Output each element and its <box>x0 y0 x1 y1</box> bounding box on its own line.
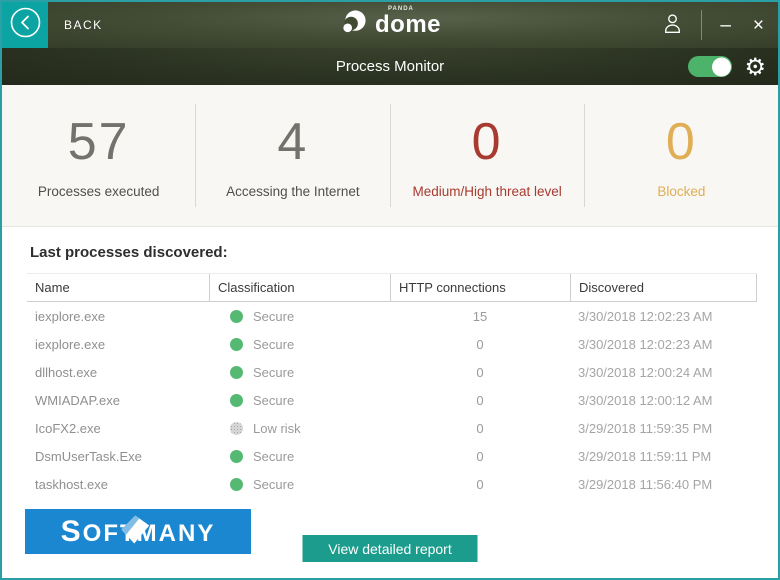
panda-logo-icon <box>339 8 368 42</box>
column-header-name[interactable]: Name <box>27 274 209 301</box>
stat-processes-executed: 57 Processes executed <box>2 104 195 207</box>
user-icon <box>660 24 685 39</box>
process-name: iexplore.exe <box>27 309 209 324</box>
classification-label: Secure <box>253 393 294 408</box>
table-row[interactable]: dllhost.exe Secure 0 3/30/2018 12:00:24 … <box>27 358 757 386</box>
table-header: Name Classification HTTP connections Dis… <box>27 273 757 302</box>
classification-label: Secure <box>253 477 294 492</box>
classification-label: Secure <box>253 309 294 324</box>
status-dot <box>230 422 243 435</box>
discovered-date: 3/29/2018 11:59:11 PM <box>570 449 757 464</box>
column-header-discovered[interactable]: Discovered <box>570 274 757 301</box>
stat-label: Accessing the Internet <box>200 184 385 199</box>
back-button[interactable] <box>2 2 48 48</box>
stat-label: Medium/High threat level <box>395 184 580 199</box>
status-dot <box>230 394 243 407</box>
stat-value: 0 <box>589 112 774 172</box>
classification-label: Secure <box>253 449 294 464</box>
process-monitor-toggle[interactable] <box>688 56 732 77</box>
process-table: Name Classification HTTP connections Dis… <box>27 273 757 498</box>
column-header-classification[interactable]: Classification <box>209 274 390 301</box>
main-content: 57 Processes executed 4 Accessing the In… <box>2 85 778 578</box>
discovered-date: 3/29/2018 11:56:40 PM <box>570 477 757 492</box>
stats-row: 57 Processes executed 4 Accessing the In… <box>2 85 778 227</box>
back-label[interactable]: BACK <box>64 18 103 32</box>
stat-value: 57 <box>6 112 191 172</box>
process-name: taskhost.exe <box>27 477 209 492</box>
http-connections: 0 <box>390 449 570 464</box>
process-name: WMIADAP.exe <box>27 393 209 408</box>
minimize-button[interactable]: – <box>716 14 735 37</box>
process-name: dllhost.exe <box>27 365 209 380</box>
table-row[interactable]: IcoFX2.exe Low risk 0 3/29/2018 11:59:35… <box>27 414 757 442</box>
discovered-date: 3/30/2018 12:02:23 AM <box>570 337 757 352</box>
status-dot <box>230 478 243 491</box>
brand-logo: PANDA dome <box>339 8 441 42</box>
http-connections: 0 <box>390 477 570 492</box>
discovered-date: 3/29/2018 11:59:35 PM <box>570 421 757 436</box>
http-connections: 0 <box>390 421 570 436</box>
discovered-date: 3/30/2018 12:00:24 AM <box>570 365 757 380</box>
brand-name: dome <box>375 11 441 38</box>
table-row[interactable]: iexplore.exe Secure 15 3/30/2018 12:02:2… <box>27 302 757 330</box>
status-dot <box>230 338 243 351</box>
titlebar-separator <box>701 10 702 40</box>
discovered-date: 3/30/2018 12:02:23 AM <box>570 309 757 324</box>
table-row[interactable]: DsmUserTask.Exe Secure 0 3/29/2018 11:59… <box>27 442 757 470</box>
status-dot <box>230 450 243 463</box>
status-dot <box>230 366 243 379</box>
page-title: Process Monitor <box>336 58 444 75</box>
process-name: iexplore.exe <box>27 337 209 352</box>
stat-threat-level: 0 Medium/High threat level <box>390 104 584 207</box>
softmany-watermark[interactable]: SOFTMANY <box>25 509 251 554</box>
http-connections: 0 <box>390 337 570 352</box>
process-name: IcoFX2.exe <box>27 421 209 436</box>
flag-icon <box>118 513 152 550</box>
classification-label: Low risk <box>253 421 301 436</box>
process-name: DsmUserTask.Exe <box>27 449 209 464</box>
http-connections: 0 <box>390 365 570 380</box>
table-row[interactable]: iexplore.exe Secure 0 3/30/2018 12:02:23… <box>27 330 757 358</box>
stat-label: Processes executed <box>6 184 191 199</box>
table-row[interactable]: taskhost.exe Secure 0 3/29/2018 11:56:40… <box>27 470 757 498</box>
gear-icon[interactable]: ⚙ <box>744 55 766 79</box>
stat-value: 0 <box>395 112 580 172</box>
http-connections: 0 <box>390 393 570 408</box>
title-bar: BACK PANDA dome <box>2 2 778 48</box>
brand-small-label: PANDA <box>388 6 414 12</box>
classification-label: Secure <box>253 337 294 352</box>
classification-label: Secure <box>253 365 294 380</box>
status-dot <box>230 310 243 323</box>
stat-blocked: 0 Blocked <box>584 104 778 207</box>
stat-accessing-internet: 4 Accessing the Internet <box>195 104 389 207</box>
monitor-bar: Process Monitor ⚙ <box>2 48 778 85</box>
user-account-button[interactable] <box>658 11 687 39</box>
table-row[interactable]: WMIADAP.exe Secure 0 3/30/2018 12:00:12 … <box>27 386 757 414</box>
stat-value: 4 <box>200 112 385 172</box>
toggle-knob <box>712 57 731 76</box>
close-button[interactable]: × <box>749 14 768 37</box>
discovered-date: 3/30/2018 12:00:12 AM <box>570 393 757 408</box>
http-connections: 15 <box>390 309 570 324</box>
view-detailed-report-button[interactable]: View detailed report <box>303 535 478 562</box>
back-chevron-icon <box>10 7 41 43</box>
column-header-http-connections[interactable]: HTTP connections <box>390 274 570 301</box>
section-title: Last processes discovered: <box>30 244 778 261</box>
process-monitor-window: BACK PANDA dome <box>0 0 780 580</box>
stat-label: Blocked <box>589 184 774 199</box>
